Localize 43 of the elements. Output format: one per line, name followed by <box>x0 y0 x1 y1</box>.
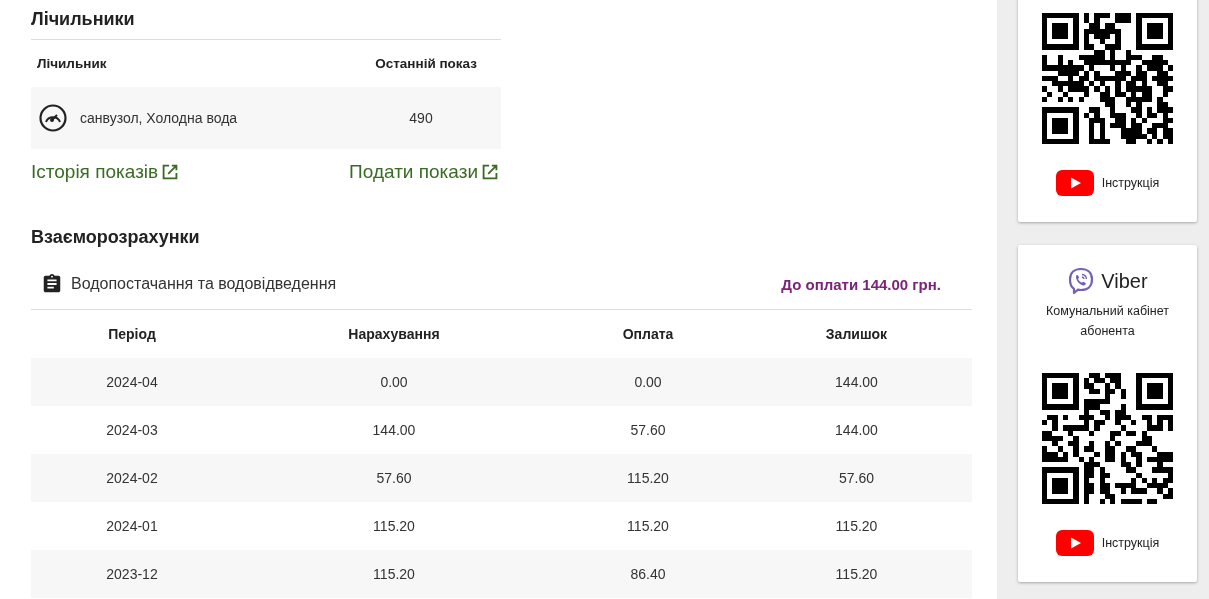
table-cell-text: 2024-03 <box>105 422 159 438</box>
column-header: Останній показ <box>374 56 478 71</box>
amount-due: До оплати 144.00 грн. <box>781 275 941 293</box>
table-cell-text: 86.40 <box>629 566 667 582</box>
gauge-icon <box>38 103 68 133</box>
table-cell-text: 115.20 <box>834 566 879 582</box>
table-cell-text: 2024-01 <box>105 518 159 534</box>
table-cell-text: 2024-02 <box>105 470 159 486</box>
link[interactable]: Історія показів <box>31 161 182 183</box>
table-cell-text: 0.00 <box>633 374 663 390</box>
table-cell-text: 144.00 <box>834 422 879 438</box>
service-name: Водопостачання та водовідведення <box>71 275 337 293</box>
app-name: Viber <box>1101 269 1148 293</box>
clipboard-icon <box>41 273 63 295</box>
table-cell-text: 0.00 <box>379 374 409 390</box>
play-video-icon <box>1055 170 1094 196</box>
table-cell-text: 57.60 <box>375 470 413 486</box>
table-cell-text: 144.00 <box>834 374 879 390</box>
link[interactable]: Подати покази <box>349 161 501 183</box>
table-cell-text: 115.20 <box>372 518 416 534</box>
column-header: Оплата <box>621 326 675 342</box>
table-cell-text: 115.20 <box>834 518 879 534</box>
instruction-link[interactable]: Інструкція <box>1055 170 1160 196</box>
table-cell-text: 490 <box>408 110 434 126</box>
card-subtitle: Комунальний кабінет абонента <box>1045 303 1170 340</box>
section-title: Взаєморозрахунки <box>31 227 201 248</box>
table-cell-text: 2024-04 <box>105 374 159 390</box>
table-cell-text: 57.60 <box>837 470 875 486</box>
column-header: Лічильник <box>36 56 108 71</box>
meter-name: санвузол, Холодна вода <box>80 110 238 126</box>
table-cell-text: 115.20 <box>372 566 416 582</box>
viber-icon <box>1067 267 1096 295</box>
column-header: Період <box>107 326 157 342</box>
table-cell-text: 57.60 <box>629 422 667 438</box>
table-cell-text: 115.20 <box>626 470 670 486</box>
play-video-icon <box>1055 530 1094 556</box>
column-header: Нарахування <box>347 326 441 342</box>
instruction-link[interactable]: Інструкція <box>1055 530 1160 556</box>
table-cell-text: 115.20 <box>626 518 670 534</box>
table-cell-text: 144.00 <box>371 422 417 438</box>
column-header: Залишок <box>824 326 889 342</box>
section-title: Лічильники <box>31 0 501 40</box>
table-cell-text: 2023-12 <box>105 566 159 582</box>
